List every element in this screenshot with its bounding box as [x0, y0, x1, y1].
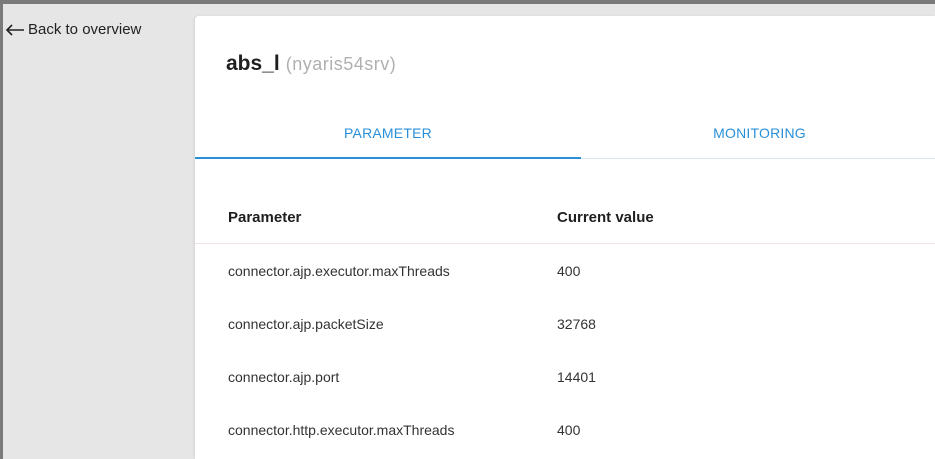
- detail-panel: abs_l (nyaris54srv) PARAMETER MONITORING …: [195, 16, 935, 459]
- column-header-parameter: Parameter: [228, 208, 302, 226]
- table-row: connector.http.executor.maxThreads 400: [195, 403, 935, 456]
- parameter-name: connector.ajp.packetSize: [228, 315, 384, 332]
- table-row: connector.ajp.executor.maxThreads 400: [195, 244, 935, 297]
- parameter-name: connector.ajp.port: [228, 368, 340, 385]
- back-to-overview-link[interactable]: Back to overview: [5, 21, 141, 38]
- parameter-table: Parameter Current value connector.ajp.ex…: [195, 191, 935, 456]
- server-name: abs_l: [226, 52, 280, 75]
- page-title: abs_l (nyaris54srv): [226, 52, 396, 76]
- tab-bar: PARAMETER MONITORING: [195, 108, 935, 159]
- table-row: connector.ajp.packetSize 32768: [195, 297, 935, 350]
- parameter-name: connector.http.executor.maxThreads: [228, 421, 455, 438]
- tab-parameter[interactable]: PARAMETER: [195, 108, 581, 159]
- host-name: (nyaris54srv): [285, 54, 397, 74]
- parameter-value: 400: [557, 421, 581, 438]
- parameter-value: 400: [557, 262, 581, 279]
- parameter-value: 32768: [557, 315, 596, 332]
- tab-monitoring[interactable]: MONITORING: [581, 108, 935, 158]
- app-root: Back to overview abs_l (nyaris54srv) PARA…: [0, 0, 935, 459]
- table-row: connector.ajp.port 14401: [195, 350, 935, 403]
- left-rail: Back to overview: [3, 4, 195, 459]
- arrow-left-icon: [5, 23, 24, 36]
- column-header-current-value: Current value: [557, 208, 654, 226]
- parameter-name: connector.ajp.executor.maxThreads: [228, 262, 450, 279]
- parameter-value: 14401: [557, 368, 596, 385]
- back-link-label: Back to overview: [28, 21, 142, 38]
- table-header: Parameter Current value: [195, 191, 935, 244]
